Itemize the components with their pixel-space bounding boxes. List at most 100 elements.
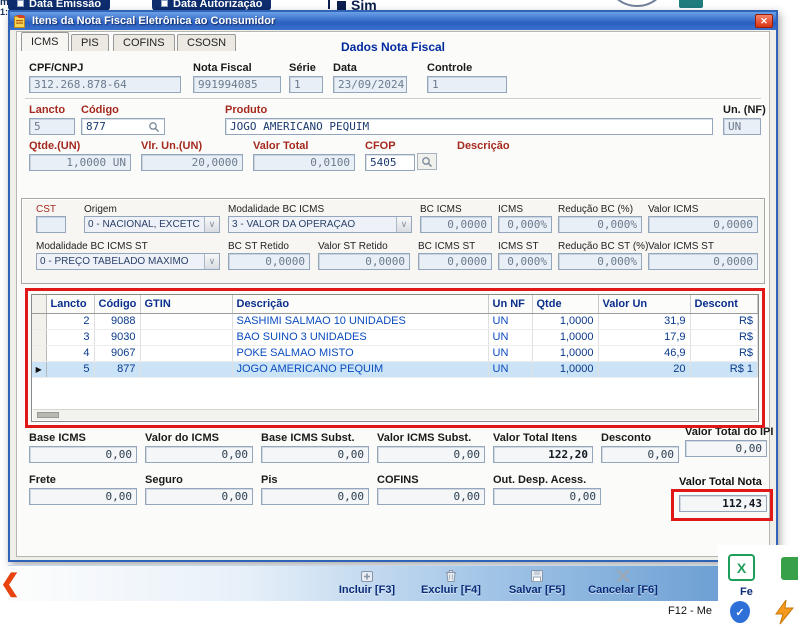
- cancelar-button[interactable]: Cancelar [F6]: [584, 567, 662, 601]
- scrollbar-thumb[interactable]: [37, 412, 59, 418]
- bg-pill-label: Data Autorização: [173, 0, 263, 10]
- grid-cell[interactable]: R$ 1: [690, 361, 758, 378]
- grid-cell[interactable]: JOGO AMERICANO PEQUIM: [232, 361, 489, 378]
- grid-cell[interactable]: R$: [690, 329, 758, 346]
- valor-icms-st-input[interactable]: 0,0000: [648, 253, 758, 270]
- bc-icms-input[interactable]: 0,0000: [420, 216, 492, 233]
- grid-cell[interactable]: UN: [488, 345, 533, 362]
- grid-cell[interactable]: POKE SALMAO MISTO: [232, 345, 489, 362]
- back-chevron-icon[interactable]: ❮: [0, 570, 20, 600]
- grid-cell[interactable]: 4: [46, 345, 95, 362]
- excluir-button[interactable]: Excluir [F4]: [412, 567, 490, 601]
- table-row-selected[interactable]: ▶ 5 877 JOGO AMERICANO PEQUIM UN 1,0000 …: [32, 361, 758, 378]
- spreadsheet-app-icon[interactable]: X: [728, 554, 755, 581]
- dialog-titlebar[interactable]: Itens da Nota Fiscal Eletrônica ao Consu…: [10, 12, 776, 30]
- icms-st-input[interactable]: 0,000%: [498, 253, 552, 270]
- fechar-button[interactable]: Fe: [740, 586, 753, 598]
- nota-fiscal-input[interactable]: 991994085: [193, 76, 281, 93]
- grid-cell[interactable]: [140, 345, 233, 362]
- grid-cell[interactable]: UN: [488, 313, 533, 330]
- valor-st-retido-input[interactable]: 0,0000: [318, 253, 410, 270]
- tab-pis[interactable]: PIS: [71, 34, 109, 51]
- grid-cell[interactable]: 1,0000: [532, 361, 599, 378]
- grid-cell[interactable]: 9030: [94, 329, 141, 346]
- produto-input[interactable]: JOGO AMERICANO PEQUIM: [225, 118, 713, 135]
- grid-cell[interactable]: 31,9: [598, 313, 691, 330]
- table-row[interactable]: 2 9088 SASHIMI SALMAO 10 UNIDADES UN 1,0…: [32, 313, 758, 330]
- salvar-button[interactable]: Salvar [F5]: [498, 567, 576, 601]
- grid-cell[interactable]: SASHIMI SALMAO 10 UNIDADES: [232, 313, 489, 330]
- tab-csosn[interactable]: CSOSN: [177, 34, 237, 51]
- chevron-down-icon: ∨: [204, 254, 219, 269]
- codigo-label: Código: [81, 104, 119, 116]
- modalidade-bc-icms-select[interactable]: 3 - VALOR DA OPERAÇÃO ∨: [228, 216, 412, 233]
- items-grid[interactable]: Lancto Código GTIN Descrição Un NF Qtde …: [31, 294, 759, 422]
- row-selector-arrow[interactable]: ▶: [32, 361, 47, 378]
- grid-header-row: Lancto Código GTIN Descrição Un NF Qtde …: [32, 295, 758, 314]
- grid-cell[interactable]: BAO SUINO 3 UNIDADES: [232, 329, 489, 346]
- grid-cell[interactable]: 2: [46, 313, 95, 330]
- grid-cell[interactable]: [140, 313, 233, 330]
- valor-total-input[interactable]: 0,0100: [253, 154, 355, 171]
- close-icon[interactable]: ✕: [755, 14, 773, 28]
- vlr-un-input[interactable]: 20,0000: [141, 154, 243, 171]
- field-valor-total-itens: Valor Total Itens 122,20: [493, 432, 593, 463]
- salvar-button-label: Salvar [F5]: [508, 584, 566, 596]
- grid-cell[interactable]: [140, 329, 233, 346]
- cfop-input[interactable]: 5405: [365, 154, 415, 171]
- qtde-input[interactable]: 1,0000 UN: [29, 154, 131, 171]
- green-app-icon[interactable]: [781, 557, 798, 580]
- grid-cell[interactable]: 17,9: [598, 329, 691, 346]
- row-selector[interactable]: [32, 329, 47, 346]
- grid-cell[interactable]: 9088: [94, 313, 141, 330]
- grid-cell[interactable]: R$: [690, 313, 758, 330]
- modalidade-bc-icms-st-select[interactable]: 0 - PREÇO TABELADO MÁXIMO ∨: [36, 253, 220, 270]
- controle-label: Controle: [427, 62, 473, 74]
- grid-cell[interactable]: 3: [46, 329, 95, 346]
- dialog-title: Itens da Nota Fiscal Eletrônica ao Consu…: [32, 15, 276, 27]
- grid-cell[interactable]: 9067: [94, 345, 141, 362]
- cst-input[interactable]: [36, 216, 66, 233]
- cfop-search-button[interactable]: [417, 153, 437, 170]
- search-icon[interactable]: [148, 121, 160, 133]
- lancto-input[interactable]: 5: [29, 118, 75, 135]
- cofins-value: 0,00: [377, 488, 485, 505]
- grid-cell[interactable]: 46,9: [598, 345, 691, 362]
- grid-cell[interactable]: 5: [46, 361, 95, 378]
- table-row[interactable]: 3 9030 BAO SUINO 3 UNIDADES UN 1,0000 17…: [32, 329, 758, 346]
- valor-icms-input[interactable]: 0,0000: [648, 216, 758, 233]
- orange-tool-icon[interactable]: [772, 599, 796, 625]
- tab-cofins[interactable]: COFINS: [113, 34, 175, 51]
- codigo-input[interactable]: 877: [81, 118, 165, 135]
- bc-icms-st-input[interactable]: 0,0000: [418, 253, 492, 270]
- grid-cell[interactable]: UN: [488, 361, 533, 378]
- base-icms-subst-label: Base ICMS Subst.: [261, 432, 355, 444]
- grid-cell[interactable]: 1,0000: [532, 345, 599, 362]
- cpf-cnpj-input[interactable]: 312.268.878-64: [29, 76, 181, 93]
- tab-icms[interactable]: ICMS: [21, 32, 69, 51]
- incluir-button[interactable]: Incluir [F3]: [328, 567, 406, 601]
- data-input[interactable]: 23/09/2024: [333, 76, 407, 93]
- field-nota-fiscal: Nota Fiscal 991994085: [193, 62, 281, 93]
- grid-cell[interactable]: UN: [488, 329, 533, 346]
- grid-cell[interactable]: 1,0000: [532, 313, 599, 330]
- icms-input[interactable]: 0,000%: [498, 216, 552, 233]
- row-selector[interactable]: [32, 345, 47, 362]
- serie-input[interactable]: 1: [289, 76, 323, 93]
- grid-cell[interactable]: 1,0000: [532, 329, 599, 346]
- reducao-bc-st-input[interactable]: 0,000%: [558, 253, 642, 270]
- grid-cell[interactable]: [140, 361, 233, 378]
- col-un-nf: Un NF: [488, 295, 533, 314]
- controle-input[interactable]: 1: [427, 76, 507, 93]
- grid-cell[interactable]: 20: [598, 361, 691, 378]
- reducao-bc-input[interactable]: 0,000%: [558, 216, 642, 233]
- origem-label: Origem: [84, 204, 117, 215]
- grid-hscrollbar[interactable]: [33, 409, 757, 420]
- bc-st-retido-input[interactable]: 0,0000: [228, 253, 310, 270]
- grid-cell[interactable]: 877: [94, 361, 141, 378]
- origem-select[interactable]: 0 - NACIONAL, EXCETC ∨: [84, 216, 220, 233]
- grid-cell[interactable]: R$: [690, 345, 758, 362]
- row-selector[interactable]: [32, 313, 47, 330]
- table-row[interactable]: 4 9067 POKE SALMAO MISTO UN 1,0000 46,9 …: [32, 345, 758, 362]
- un-nf-input[interactable]: UN: [723, 118, 761, 135]
